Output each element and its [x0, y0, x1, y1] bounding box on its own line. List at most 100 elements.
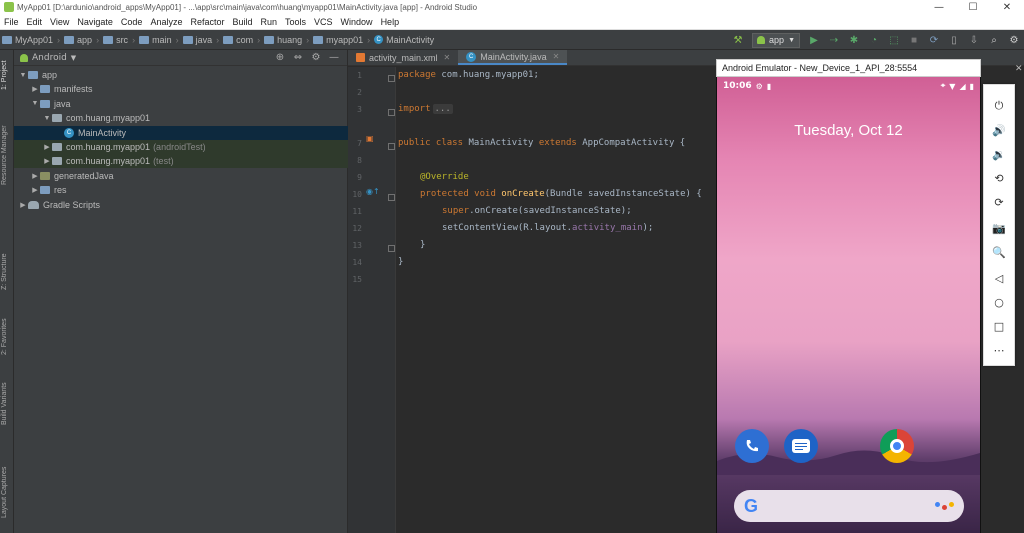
close-icon[interactable]: ✕: [553, 52, 560, 61]
fold-marker[interactable]: [388, 75, 395, 82]
stop-icon[interactable]: ■: [906, 32, 922, 48]
project-tree-item[interactable]: ▼ java: [14, 97, 348, 111]
menu-refactor[interactable]: Refactor: [186, 17, 228, 27]
breadcrumb-java[interactable]: java: [181, 35, 215, 45]
fold-marker[interactable]: [388, 109, 395, 116]
avd-manager-icon[interactable]: ▯: [946, 32, 962, 48]
sync-gradle-icon[interactable]: ⟳: [926, 32, 942, 48]
close-icon[interactable]: ✕: [444, 53, 451, 62]
menu-run[interactable]: Run: [257, 17, 282, 27]
menu-code[interactable]: Code: [117, 17, 147, 27]
expand-arrow-right-icon[interactable]: ▶: [30, 186, 40, 194]
project-view-mode-selector[interactable]: Android: [32, 53, 67, 63]
collapse-all-icon[interactable]: ⇔: [291, 52, 305, 63]
search-icon[interactable]: ⌕: [986, 32, 1002, 48]
tool-window-project[interactable]: 1: Project: [1, 60, 8, 90]
menu-window[interactable]: Window: [337, 17, 377, 27]
breadcrumb-main[interactable]: main: [137, 35, 174, 45]
project-tree-item[interactable]: C MainActivity: [14, 125, 348, 140]
project-tree-item[interactable]: ▶ res: [14, 183, 348, 197]
volume-down-button[interactable]: 🔉: [984, 145, 1014, 163]
menu-file[interactable]: File: [0, 17, 23, 27]
expand-arrow-down-icon[interactable]: ▼: [18, 72, 28, 79]
run-class-gutter-icon[interactable]: ▣: [366, 134, 374, 143]
menu-analyze[interactable]: Analyze: [146, 17, 186, 27]
menu-build[interactable]: Build: [228, 17, 256, 27]
sdk-manager-icon[interactable]: ⇩: [966, 32, 982, 48]
menu-view[interactable]: View: [46, 17, 73, 27]
override-gutter-icon[interactable]: ◉↑: [366, 187, 380, 196]
tab-activity-main-xml[interactable]: activity_main.xml ✕: [348, 50, 458, 65]
project-tree-item[interactable]: ▶ manifests: [14, 82, 348, 96]
breadcrumb-com[interactable]: com: [221, 35, 255, 45]
menu-tools[interactable]: Tools: [281, 17, 310, 27]
assistant-dots-icon[interactable]: [935, 502, 954, 510]
volume-up-button[interactable]: 🔊: [984, 121, 1014, 139]
tool-window-resource-manager[interactable]: Resource Manager: [1, 125, 8, 185]
expand-arrow-down-icon[interactable]: ▼: [30, 100, 40, 107]
hide-panel-icon[interactable]: —: [327, 52, 341, 63]
tool-window-structure[interactable]: Z: Structure: [1, 253, 8, 290]
run-icon[interactable]: ▶: [806, 32, 822, 48]
project-tree-item[interactable]: ▶ com.huang.myapp01 (test): [14, 154, 348, 169]
attach-debugger-icon[interactable]: ⬚: [886, 32, 902, 48]
tool-window-layout-captures[interactable]: Layout Captures: [1, 467, 8, 518]
menu-vcs[interactable]: VCS: [310, 17, 337, 27]
home-button[interactable]: ○: [984, 293, 1014, 311]
rotate-right-button[interactable]: ⟳: [984, 193, 1014, 211]
tool-window-favorites[interactable]: 2: Favorites: [1, 318, 8, 355]
expand-arrow-right-icon[interactable]: ▶: [18, 201, 28, 209]
project-tree-item[interactable]: ▶ Gradle Scripts: [14, 198, 348, 212]
breadcrumb-src[interactable]: src: [101, 35, 130, 45]
expand-arrow-right-icon[interactable]: ▶: [42, 157, 52, 165]
gear-icon[interactable]: ⚙: [309, 52, 323, 63]
breadcrumb-huang[interactable]: huang: [262, 35, 304, 45]
messages-app-icon[interactable]: [784, 429, 818, 463]
emulator-screen[interactable]: 10:06 ⚙ ▮ ⌖ ▼ ◢ ▮ Tuesday, Oct 12 G: [717, 77, 980, 533]
chrome-app-icon[interactable]: [880, 429, 914, 463]
expand-arrow-down-icon[interactable]: ▼: [42, 115, 52, 122]
menu-edit[interactable]: Edit: [23, 17, 47, 27]
expand-arrow-right-icon[interactable]: ▶: [30, 172, 40, 180]
collapsed-imports[interactable]: ...: [432, 104, 453, 114]
apply-changes-icon[interactable]: ⇢: [826, 32, 842, 48]
expand-arrow-right-icon[interactable]: ▶: [42, 143, 52, 151]
rotate-left-button[interactable]: ⟲: [984, 169, 1014, 187]
breadcrumb-mainactivity[interactable]: C MainActivity: [372, 35, 436, 45]
back-button[interactable]: ◁: [984, 269, 1014, 287]
tab-mainactivity-java[interactable]: C MainActivity.java ✕: [458, 50, 568, 65]
zoom-button[interactable]: 🔍: [984, 243, 1014, 261]
minimize-button[interactable]: —: [922, 0, 956, 14]
emulator-title-bar[interactable]: Android Emulator - New_Device_1_API_28:5…: [716, 59, 981, 77]
overview-button[interactable]: □: [984, 317, 1014, 335]
profile-icon[interactable]: ◔: [866, 32, 882, 48]
debug-icon[interactable]: ✱: [846, 32, 862, 48]
locate-file-icon[interactable]: ⊕: [273, 52, 287, 63]
project-tree-item[interactable]: ▶ com.huang.myapp01 (androidTest): [14, 140, 348, 154]
run-config-dropdown[interactable]: app ▼: [752, 32, 800, 48]
fold-marker[interactable]: [388, 245, 395, 252]
screenshot-button[interactable]: 📷: [984, 219, 1014, 237]
breadcrumb-myapp01[interactable]: MyApp01: [0, 35, 55, 45]
project-tree-item[interactable]: ▼ app: [14, 68, 348, 82]
maximize-button[interactable]: ☐: [956, 0, 990, 14]
breadcrumb-app[interactable]: app: [62, 35, 94, 45]
menu-help[interactable]: Help: [377, 17, 404, 27]
phone-app-icon[interactable]: [735, 429, 769, 463]
breadcrumb-myapp01-pkg[interactable]: myapp01: [311, 35, 365, 45]
project-tree-item[interactable]: ▼ com.huang.myapp01: [14, 111, 348, 125]
project-tree-item[interactable]: ▶ generatedJava: [14, 169, 348, 183]
build-hammer-icon[interactable]: ⚒: [730, 32, 746, 48]
extended-controls-button[interactable]: ⋯: [984, 341, 1014, 359]
google-search-bar[interactable]: G: [734, 490, 964, 522]
fold-marker[interactable]: [388, 194, 395, 201]
fold-marker[interactable]: [388, 143, 395, 150]
close-button[interactable]: ✕: [990, 0, 1024, 14]
emulator-close-icon[interactable]: ✕: [1015, 64, 1023, 74]
power-button[interactable]: ⏻: [984, 97, 1014, 115]
expand-arrow-right-icon[interactable]: ▶: [30, 85, 40, 93]
chevron-down-icon[interactable]: ▼: [71, 54, 76, 62]
tool-window-build-variants[interactable]: Build Variants: [1, 382, 8, 425]
settings-icon[interactable]: ⚙: [1006, 32, 1022, 48]
menu-navigate[interactable]: Navigate: [73, 17, 117, 27]
